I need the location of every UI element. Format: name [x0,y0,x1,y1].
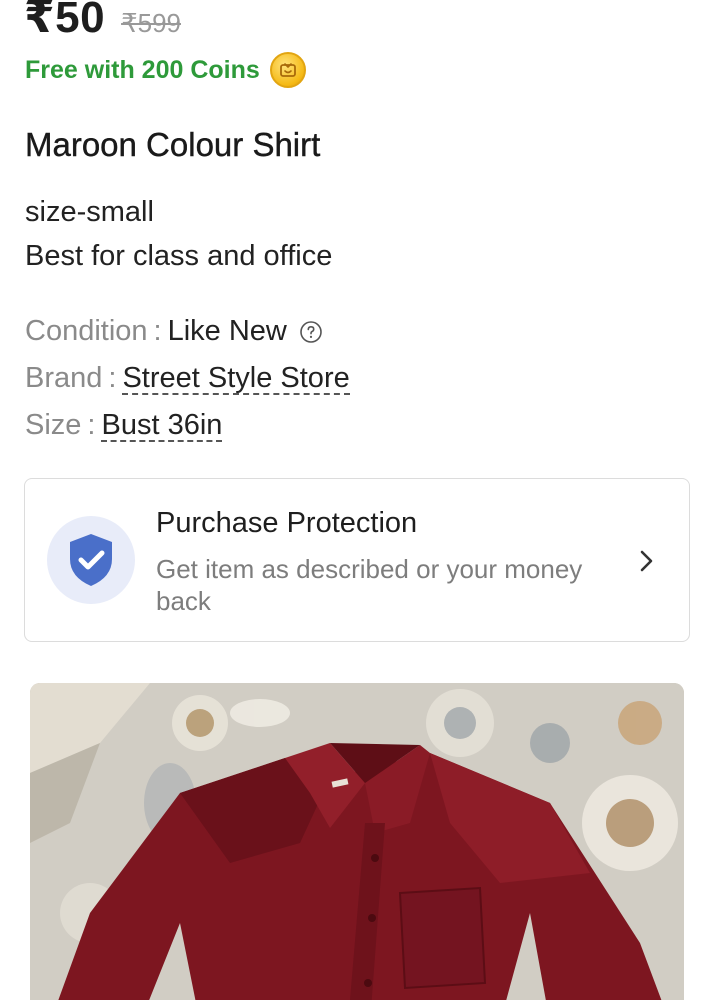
attribute-brand: Brand : Street Style Store [25,355,350,402]
protection-subtitle: Get item as described or your money back [156,554,583,616]
attribute-key: Condition [25,315,148,347]
original-price: ₹599 [121,8,181,38]
attribute-separator: : [108,362,117,394]
product-attributes: Condition : Like New Brand : Street Styl… [25,308,350,449]
purchase-protection-card[interactable]: Purchase Protection Get item as describe… [24,478,690,642]
product-description: size-small Best for class and office [25,190,332,278]
attribute-separator: : [153,315,162,347]
question-circle-icon[interactable] [299,320,323,344]
shield-check-icon [47,516,135,604]
attribute-separator: : [87,409,96,441]
attribute-size: Size : Bust 36in [25,402,350,449]
coin-icon [269,52,306,88]
brand-link[interactable]: Street Style Store [122,363,350,395]
selling-price: ₹50 [24,0,106,42]
product-title: Maroon Colour Shirt [25,126,321,163]
attribute-value: Like New [167,315,287,347]
coins-offer-text: Free with 200 Coins [25,55,260,84]
price-row: ₹50 ₹599 [24,0,181,43]
description-line: Best for class and office [25,240,333,272]
protection-title: Purchase Protection [156,507,418,539]
chevron-right-icon [639,549,655,578]
description-line: size-small [25,196,154,228]
attribute-key: Brand [25,362,103,394]
coins-offer: Free with 200 Coins [25,52,306,88]
attribute-condition: Condition : Like New [25,308,350,355]
attribute-key: Size [25,409,82,441]
product-image[interactable] [30,683,684,1000]
size-link[interactable]: Bust 36in [101,410,223,442]
